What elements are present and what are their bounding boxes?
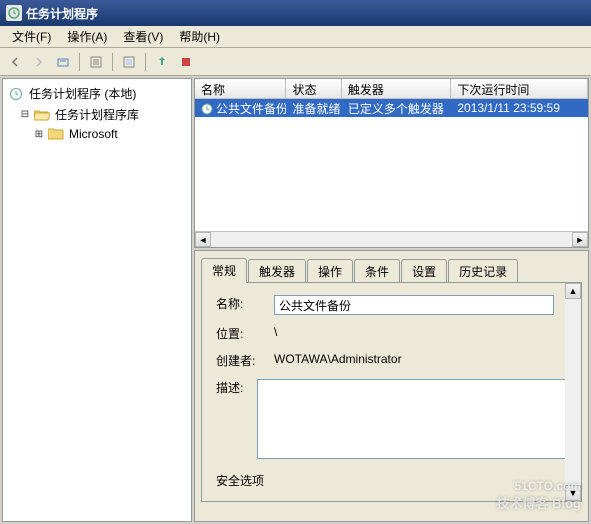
toolbar-separator (112, 53, 113, 71)
tab-history[interactable]: 历史记录 (448, 259, 518, 283)
name-input[interactable] (274, 295, 554, 315)
task-status-cell: 准备就绪 (286, 99, 341, 118)
task-name-cell: 公共文件备份 (195, 99, 286, 118)
menu-help[interactable]: 帮助(H) (171, 26, 228, 47)
tree-root-label: 任务计划程序 (本地) (27, 84, 138, 103)
creator-label: 创建者: (216, 352, 274, 369)
tree-panel: 任务计划程序 (本地) ⊟ 任务计划程序库 ⊞ Microsoft (2, 78, 192, 522)
location-value: \ (274, 325, 567, 339)
stop-button[interactable] (175, 51, 197, 73)
scroll-right-icon[interactable]: ► (572, 232, 588, 247)
refresh-button[interactable] (118, 51, 140, 73)
menu-action[interactable]: 操作(A) (59, 26, 115, 47)
detail-panel: 常规 触发器 操作 条件 设置 历史记录 名称: 位置: \ 创建者: WOTA (194, 250, 589, 522)
tab-conditions[interactable]: 条件 (354, 259, 400, 283)
name-label: 名称: (216, 295, 274, 312)
task-row[interactable]: 公共文件备份 准备就绪 已定义多个触发器 2013/1/11 23:59:59 (195, 99, 588, 117)
expand-icon[interactable]: ⊞ (33, 129, 45, 140)
menubar: 文件(F) 操作(A) 查看(V) 帮助(H) (0, 26, 591, 48)
scroll-track[interactable] (565, 299, 581, 485)
task-next-cell: 2013/1/11 23:59:59 (451, 100, 588, 116)
task-list: 名称 状态 触发器 下次运行时间 公共文件备份 准备就绪 已定义多个触发器 20… (194, 78, 589, 248)
right-panel: 名称 状态 触发器 下次运行时间 公共文件备份 准备就绪 已定义多个触发器 20… (194, 78, 589, 522)
tab-triggers[interactable]: 触发器 (248, 259, 306, 283)
desc-textarea[interactable] (257, 379, 567, 459)
location-label: 位置: (216, 325, 274, 342)
app-icon (6, 5, 22, 21)
scroll-up-icon[interactable]: ▲ (565, 283, 581, 299)
scroll-down-icon[interactable]: ▼ (565, 485, 581, 501)
collapse-icon[interactable]: ⊟ (19, 109, 31, 120)
clock-icon (8, 87, 24, 101)
col-trigger[interactable]: 触发器 (342, 79, 452, 98)
tab-actions[interactable]: 操作 (307, 259, 353, 283)
tabs: 常规 触发器 操作 条件 设置 历史记录 (201, 258, 582, 283)
up-button[interactable] (52, 51, 74, 73)
task-icon (201, 103, 213, 115)
desc-label: 描述: (216, 379, 257, 396)
main-area: 任务计划程序 (本地) ⊟ 任务计划程序库 ⊞ Microsoft 名称 状态 … (0, 76, 591, 524)
properties-button[interactable] (85, 51, 107, 73)
tree-library[interactable]: ⊟ 任务计划程序库 (5, 104, 189, 125)
back-button[interactable] (4, 51, 26, 73)
detail-vscroll[interactable]: ▲ ▼ (565, 283, 581, 501)
toolbar (0, 48, 591, 76)
list-header: 名称 状态 触发器 下次运行时间 (195, 79, 588, 99)
col-status[interactable]: 状态 (286, 79, 341, 98)
tab-settings[interactable]: 设置 (401, 259, 447, 283)
forward-button[interactable] (28, 51, 50, 73)
folder-open-icon (34, 108, 50, 122)
scroll-track[interactable] (211, 232, 572, 247)
tab-content: 名称: 位置: \ 创建者: WOTAWA\Administrator 描述: … (201, 282, 582, 502)
creator-value: WOTAWA\Administrator (274, 352, 567, 366)
toolbar-separator (145, 53, 146, 71)
menu-file[interactable]: 文件(F) (4, 26, 59, 47)
task-trigger-cell: 已定义多个触发器 (342, 99, 452, 118)
list-hscroll[interactable]: ◄ ► (195, 231, 588, 247)
tree-microsoft[interactable]: ⊞ Microsoft (5, 125, 189, 143)
toolbar-separator (79, 53, 80, 71)
window-titlebar: 任务计划程序 (0, 0, 591, 26)
list-body: 公共文件备份 准备就绪 已定义多个触发器 2013/1/11 23:59:59 (195, 99, 588, 231)
export-button[interactable] (151, 51, 173, 73)
scroll-left-icon[interactable]: ◄ (195, 232, 211, 247)
col-name[interactable]: 名称 (195, 79, 286, 98)
folder-icon (48, 127, 64, 141)
menu-view[interactable]: 查看(V) (115, 26, 171, 47)
col-next[interactable]: 下次运行时间 (451, 79, 588, 98)
tree-microsoft-label: Microsoft (67, 126, 120, 142)
tree-root[interactable]: 任务计划程序 (本地) (5, 83, 189, 104)
tab-general[interactable]: 常规 (201, 258, 247, 283)
tree-library-label: 任务计划程序库 (53, 105, 141, 124)
window-title: 任务计划程序 (26, 5, 98, 22)
security-group-label: 安全选项 (216, 472, 567, 489)
